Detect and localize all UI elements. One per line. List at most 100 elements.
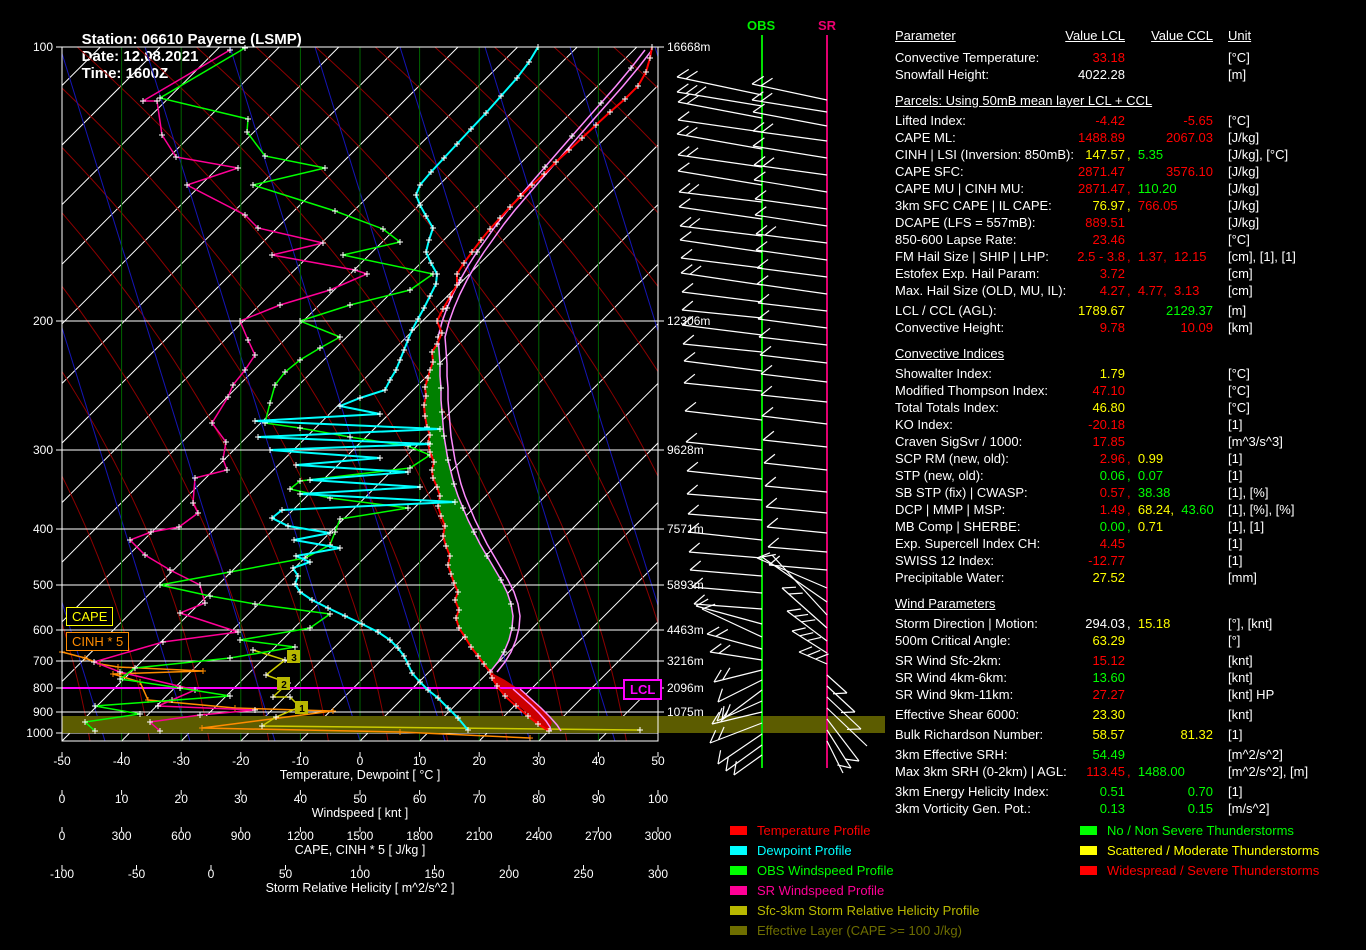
table-row: 850-600 Lapse Rate:23.46[°C] — [895, 232, 1366, 249]
table-row: SB STP (fix) | CWASP:0.57, 38.38[1], [%] — [895, 485, 1366, 502]
svg-text:-40: -40 — [113, 754, 131, 768]
svg-text:300: 300 — [112, 829, 132, 843]
svg-text:Storm Relative Helicity [ m^2/: Storm Relative Helicity [ m^2/s^2 ] — [266, 881, 455, 895]
value-lcl: -20.18 — [895, 417, 1125, 432]
sr-windspeed-profile — [91, 47, 370, 734]
value-lcl: 33.18 — [895, 50, 1125, 65]
value-lcl: 113.45 — [895, 764, 1125, 779]
svg-text:100: 100 — [33, 40, 53, 54]
svg-text:100: 100 — [350, 867, 370, 881]
svg-text:1800: 1800 — [406, 829, 433, 843]
value-lcl: 15.12 — [895, 653, 1125, 668]
unit-label: [°], [knt] — [1228, 616, 1272, 631]
table-row: Storm Direction | Motion:294.03, 15.18[°… — [895, 616, 1366, 633]
unit-label: [km] — [1228, 320, 1253, 335]
table-section-header: Parcels: Using 50mB mean layer LCL + CCL — [895, 93, 1152, 113]
svg-text:Temperature, Dewpoint [ °C ]: Temperature, Dewpoint [ °C ] — [280, 768, 441, 782]
legend-swatch-icon — [730, 826, 747, 835]
unit-label: [°C] — [1228, 366, 1250, 381]
legend-swatch-icon — [730, 846, 747, 855]
value-lcl: 23.30 — [895, 707, 1125, 722]
obs-column-label: OBS — [747, 18, 775, 33]
svg-text:-50: -50 — [128, 867, 146, 881]
legend-profile-item: OBS Windspeed Profile — [730, 863, 980, 883]
table-row: Estofex Exp. Hail Param:3.72[cm] — [895, 266, 1366, 283]
svg-text:1500: 1500 — [347, 829, 374, 843]
value-lcl: 0.13 — [895, 801, 1125, 816]
value-lcl: 13.60 — [895, 670, 1125, 685]
svg-text:CAPE, CINH * 5 [ J/kg ]: CAPE, CINH * 5 [ J/kg ] — [295, 843, 426, 857]
svg-text:50: 50 — [279, 867, 293, 881]
unit-label: [cm] — [1228, 283, 1253, 298]
value-extra: , 15.18 — [1127, 616, 1170, 631]
value-lcl: 76.97 — [895, 198, 1125, 213]
svg-text:-50: -50 — [53, 754, 71, 768]
parameter-table: Parameter Value LCL Value CCL Unit Conve… — [895, 0, 1366, 830]
unit-label: [knt] HP — [1228, 687, 1274, 702]
value-lcl: 1.49 — [895, 502, 1125, 517]
svg-text:70: 70 — [473, 792, 487, 806]
unit-label: [°C] — [1228, 400, 1250, 415]
svg-text:0: 0 — [357, 754, 364, 768]
table-row: Lifted Index:-4.42-5.65[°C] — [895, 113, 1366, 130]
svg-text:4463m: 4463m — [667, 623, 704, 637]
value-extra: , 766.05 — [1127, 198, 1178, 213]
table-row: MB Comp | SHERBE:0.00, 0.71[1], [1] — [895, 519, 1366, 536]
value-extra: , 68.24, 43.60 — [1127, 502, 1214, 517]
unit-label: [°C] — [1228, 113, 1250, 128]
unit-label: [°C] — [1228, 383, 1250, 398]
legend-swatch-icon — [730, 886, 747, 895]
svg-text:40: 40 — [294, 792, 308, 806]
unit-label: [1] — [1228, 417, 1242, 432]
unit-label: [J/kg] — [1228, 215, 1259, 230]
unit-label: [°C] — [1228, 50, 1250, 65]
unit-label: [1] — [1228, 536, 1242, 551]
value-lcl: 0.06 — [895, 468, 1125, 483]
svg-text:300: 300 — [33, 443, 53, 457]
legend-label: Scattered / Moderate Thunderstorms — [1107, 843, 1319, 858]
svg-text:1200: 1200 — [287, 829, 314, 843]
svg-text:80: 80 — [532, 792, 546, 806]
unit-label: [1] — [1228, 727, 1242, 742]
unit-label: [°] — [1228, 633, 1240, 648]
value-lcl: 23.46 — [895, 232, 1125, 247]
table-row: Modified Thompson Index:47.10[°C] — [895, 383, 1366, 400]
legend-label: No / Non Severe Thunderstorms — [1107, 823, 1294, 838]
svg-text:1000: 1000 — [26, 726, 53, 740]
legend-label: OBS Windspeed Profile — [757, 863, 894, 878]
value-extra: , 5.35 — [1127, 147, 1163, 162]
svg-text:30: 30 — [532, 754, 546, 768]
unit-label: [mm] — [1228, 570, 1257, 585]
svg-text:-20: -20 — [232, 754, 250, 768]
table-row: 3km Vorticity Gen. Pot.:0.130.15[m/s^2] — [895, 801, 1366, 818]
value-ccl: 10.09 — [1131, 320, 1213, 335]
value-lcl: 294.03 — [895, 616, 1125, 631]
value-lcl: -4.42 — [895, 113, 1125, 128]
value-lcl: 889.51 — [895, 215, 1125, 230]
value-ccl: 81.32 — [1131, 727, 1213, 742]
legend-label: Dewpoint Profile — [757, 843, 852, 858]
svg-text:100: 100 — [648, 792, 668, 806]
lcl-label-box: LCL — [623, 679, 662, 700]
svg-text:900: 900 — [231, 829, 251, 843]
unit-label: [1], [%] — [1228, 485, 1268, 500]
table-row: CAPE ML:1488.892067.03[J/kg] — [895, 130, 1366, 147]
legend-label: Temperature Profile — [757, 823, 870, 838]
svg-text:90: 90 — [592, 792, 606, 806]
cape-label-box: CAPE — [66, 607, 113, 626]
table-row: Exp. Supercell Index CH:4.45[1] — [895, 536, 1366, 553]
table-row: CAPE SFC:2871.473576.10[J/kg] — [895, 164, 1366, 181]
windspeed-gridlines — [122, 47, 599, 741]
table-row: 3km Effective SRH:54.49[m^2/s^2] — [895, 747, 1366, 764]
unit-label: [cm] — [1228, 266, 1253, 281]
skewt-diagram: 10016668m20012306m3009628m4007571m500589… — [0, 0, 895, 950]
value-ccl: 3576.10 — [1131, 164, 1213, 179]
legend-severity-item: Scattered / Moderate Thunderstorms — [1080, 843, 1319, 863]
bottom-axes: -50-40-30-20-1001020304050Temperature, D… — [50, 752, 672, 895]
table-row: Total Totals Index:46.80[°C] — [895, 400, 1366, 417]
value-extra: , 0.07 — [1127, 468, 1163, 483]
col-value-ccl: Value CCL — [1131, 28, 1213, 43]
legend-severity: No / Non Severe Thunderstorms Scattered /… — [1080, 823, 1319, 883]
value-lcl: 147.57 — [895, 147, 1125, 162]
legend-profiles: Temperature Profile Dewpoint Profile OBS W… — [730, 823, 980, 943]
